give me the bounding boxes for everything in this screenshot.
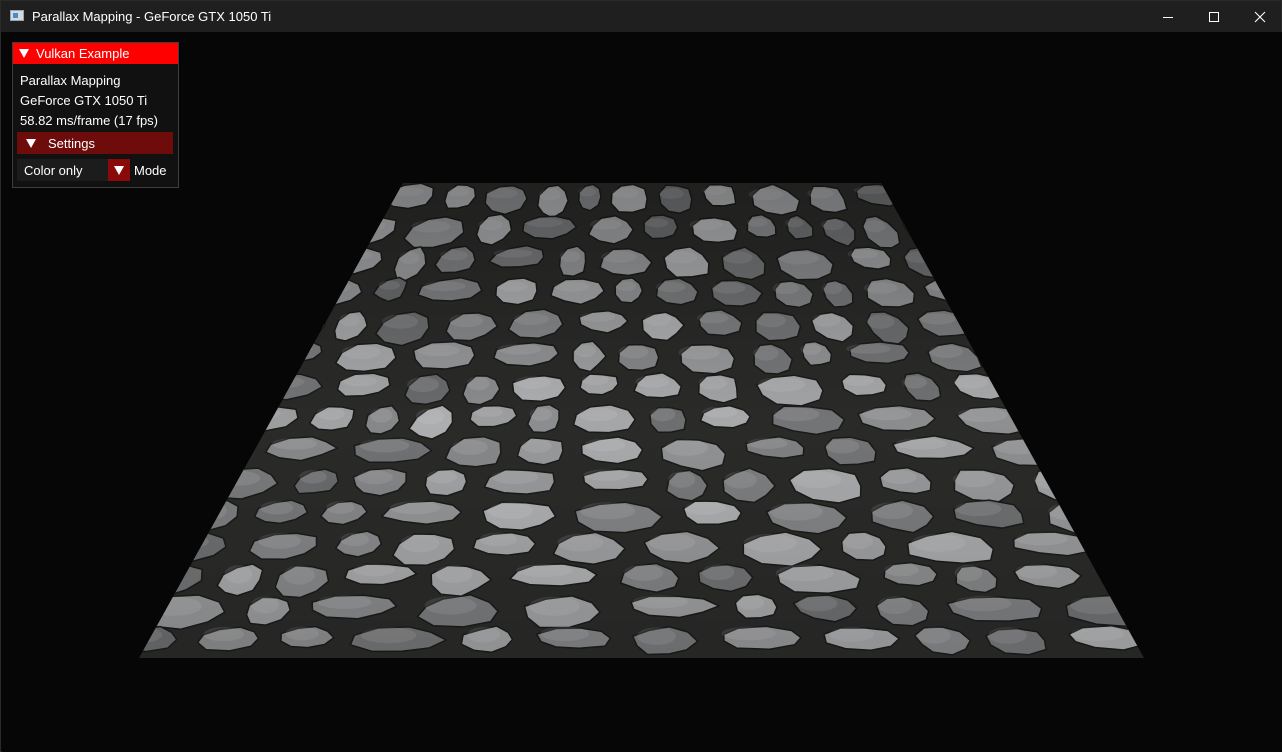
app-window: Parallax Mapping - GeForce GTX 1050 Ti V… — [0, 0, 1282, 752]
collapse-arrow-icon[interactable] — [19, 49, 29, 58]
rendered-scene — [139, 183, 1144, 658]
mode-label: Mode — [134, 163, 167, 178]
minimize-button[interactable] — [1145, 1, 1191, 32]
frame-stats-text: 58.82 ms/frame (17 fps) — [20, 113, 158, 128]
close-icon — [1254, 11, 1266, 22]
stone-highlight — [143, 565, 186, 585]
maximize-icon — [1209, 11, 1219, 22]
close-button[interactable] — [1237, 1, 1282, 32]
ui-overlay-panel[interactable]: Vulkan Example Parallax Mapping GeForce … — [12, 42, 179, 188]
stone — [1101, 561, 1144, 592]
gpu-name-text: GeForce GTX 1050 Ti — [20, 93, 148, 108]
overlay-header[interactable]: Vulkan Example — [13, 43, 178, 64]
stone — [989, 342, 1032, 370]
stone-highlight — [293, 314, 318, 328]
minimize-icon — [1163, 16, 1173, 18]
app-icon — [10, 10, 24, 21]
app-name-text: Parallax Mapping — [20, 73, 121, 88]
title-bar[interactable]: Parallax Mapping - GeForce GTX 1050 Ti — [1, 1, 1281, 32]
dropdown-arrow-icon — [114, 166, 124, 175]
collapse-arrow-icon[interactable] — [26, 139, 36, 148]
stone-highlight — [904, 219, 932, 230]
stone — [205, 437, 252, 463]
settings-title: Settings — [48, 136, 95, 151]
stone-highlight — [1103, 564, 1144, 580]
stone-highlight — [213, 438, 241, 451]
mode-dropdown-button[interactable] — [108, 159, 130, 181]
mode-selected-value: Color only — [24, 163, 83, 178]
maximize-button[interactable] — [1191, 1, 1237, 32]
window-title: Parallax Mapping - GeForce GTX 1050 Ti — [32, 9, 272, 24]
overlay-title: Vulkan Example — [36, 46, 130, 61]
mode-combo-box[interactable]: Color only — [17, 159, 130, 181]
render-viewport[interactable] — [2, 32, 1282, 752]
stone-highlight — [280, 343, 313, 354]
stone-highlight — [991, 344, 1016, 357]
settings-header[interactable]: Settings — [17, 132, 173, 154]
